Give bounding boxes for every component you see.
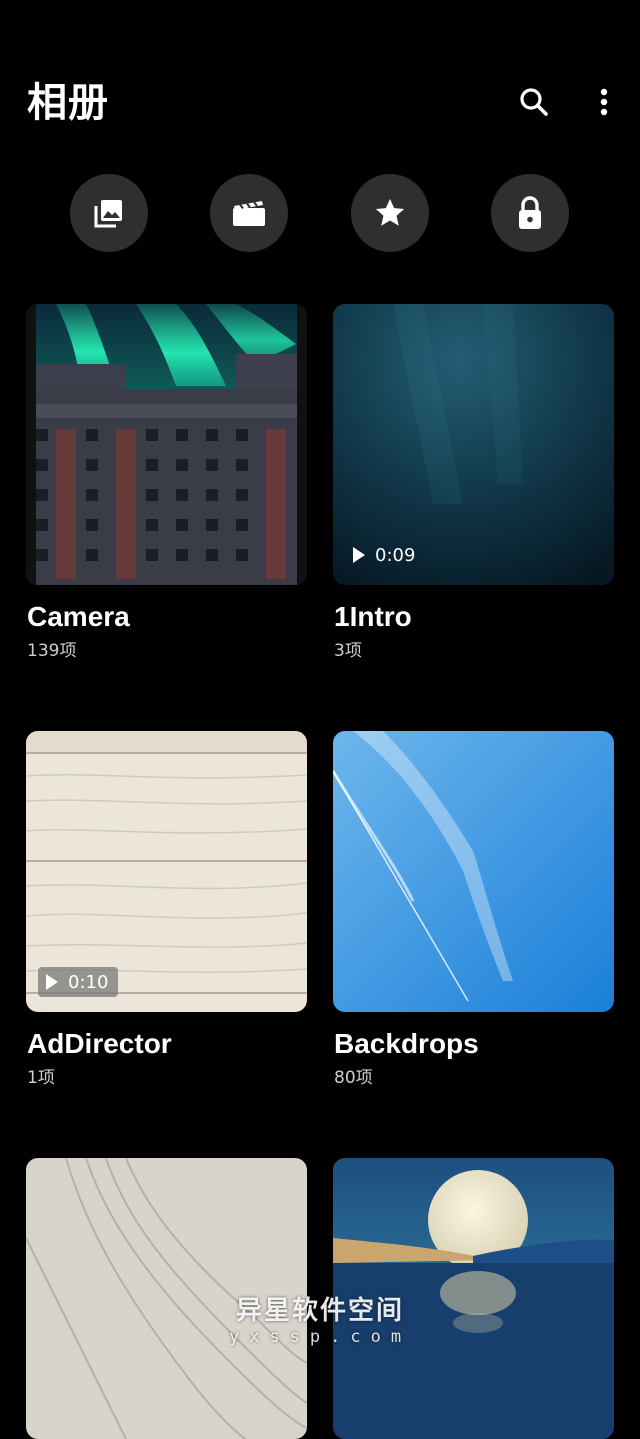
album-card-backdrops[interactable]: Backdrops 80项 — [333, 731, 614, 1101]
album-name: Backdrops — [334, 1028, 479, 1059]
lock-icon — [519, 196, 541, 229]
album-card-camera[interactable]: Camera 139项 — [26, 304, 307, 674]
search-icon — [520, 88, 548, 116]
pictures-icon — [94, 200, 122, 228]
more-vert-icon — [600, 88, 608, 116]
album-card-1intro[interactable]: 0:09 1Intro 3项 — [333, 304, 614, 674]
album-item-count: 1项 — [27, 1068, 55, 1088]
top-app-bar: 相册 — [0, 0, 640, 150]
album-thumbnail[interactable] — [333, 731, 614, 1012]
album-name: Camera — [27, 601, 130, 632]
album-item-count: 80项 — [334, 1068, 373, 1088]
album-card-5[interactable] — [26, 1158, 307, 1439]
album-name: 1Intro — [334, 601, 412, 632]
favorites-star-icon — [375, 198, 405, 226]
video-duration-badge: 0:10 — [38, 967, 119, 997]
album-card-addirector[interactable]: 0:10 AdDirector 1项 — [26, 731, 307, 1101]
album-thumbnail[interactable] — [26, 304, 307, 585]
videos-button[interactable] — [210, 174, 288, 252]
favorites-button[interactable] — [351, 174, 429, 252]
search-button[interactable] — [514, 80, 554, 124]
album-thumbnail[interactable]: 0:09 — [333, 304, 614, 585]
locked-folder-button[interactable] — [491, 174, 569, 252]
album-thumbnail[interactable] — [333, 1158, 614, 1439]
album-item-count: 3项 — [334, 641, 362, 661]
album-thumbnail[interactable]: 0:10 — [26, 731, 307, 1012]
play-icon — [46, 974, 58, 990]
page-title: 相册 — [27, 80, 109, 126]
more-options-button[interactable] — [584, 80, 624, 124]
album-card-6[interactable] — [333, 1158, 614, 1439]
album-item-count: 139项 — [27, 641, 77, 661]
thumbnail-image — [26, 304, 307, 585]
pictures-button[interactable] — [70, 174, 148, 252]
thumbnail-image — [333, 731, 614, 1012]
videos-icon — [233, 201, 265, 226]
thumbnail-image — [333, 1158, 614, 1439]
video-duration: 0:10 — [68, 971, 109, 993]
quick-actions-row — [0, 170, 640, 256]
album-thumbnail[interactable] — [26, 1158, 307, 1439]
video-duration: 0:09 — [375, 544, 416, 566]
thumbnail-image — [26, 1158, 307, 1439]
album-name: AdDirector — [27, 1028, 172, 1059]
play-icon — [353, 547, 365, 563]
video-duration-badge: 0:09 — [345, 540, 425, 570]
